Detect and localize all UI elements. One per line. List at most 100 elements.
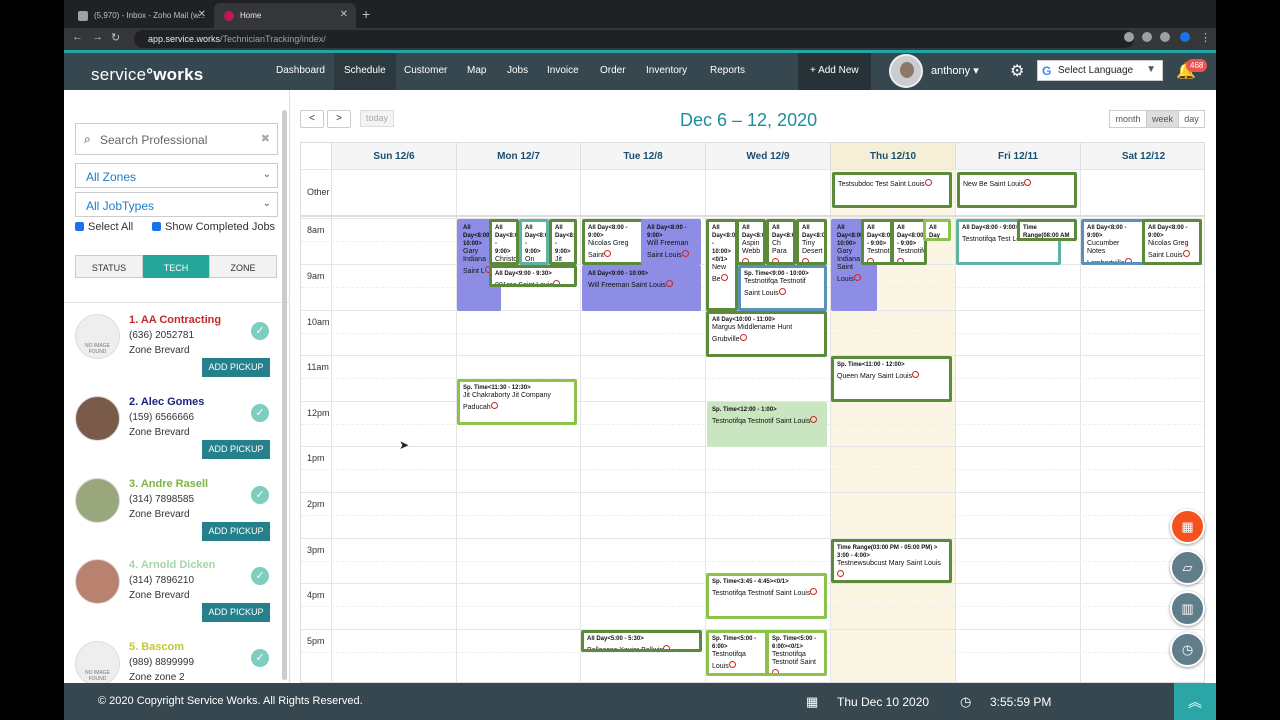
show-completed-checkbox[interactable]: Show Completed Jobs: [152, 221, 275, 233]
event-card[interactable]: Sp. Time<12:00 - 1:00> Testnotifqa Testno…: [707, 402, 827, 447]
add-new-button[interactable]: + Add New: [798, 53, 871, 90]
event-card[interactable]: All Day<5:00 - 5:30> Bellacosa Xavier Bal…: [581, 630, 702, 652]
event-card[interactable]: All Day<8:00 - 9:00> Nicolas Greg Saint L…: [1142, 219, 1202, 265]
nav-order[interactable]: Order: [600, 65, 626, 76]
event-card[interactable]: All Day: [923, 219, 951, 241]
event-card[interactable]: All Day<8:00 - 9:00> Cucumber Notes Lambe…: [1081, 219, 1145, 265]
gear-icon[interactable]: ⚙: [1010, 61, 1024, 81]
extension-icon[interactable]: [1160, 32, 1170, 42]
status-clock-icon: [924, 179, 932, 186]
event-card[interactable]: Time Range(03:00 PM - 05:00 PM) > 3:00 -…: [831, 539, 952, 583]
today-button[interactable]: today: [360, 110, 394, 127]
prev-week-button[interactable]: <: [300, 110, 324, 128]
event-card[interactable]: Sp. Time<9:00 - 10:00> Testnotifqa Testno…: [738, 265, 827, 311]
language-select[interactable]: G Select Language ▼: [1037, 60, 1163, 81]
event-card[interactable]: All Day<8:00 - 9:00>Testnotifqa: [891, 219, 927, 265]
view-month-button[interactable]: month: [1109, 110, 1147, 128]
event-card[interactable]: All Day<8:00 - 9:00>Jit Best: [549, 219, 577, 265]
tech-name[interactable]: 1. AA Contracting: [129, 314, 221, 326]
tech-name[interactable]: 4. Arnold Dicken: [129, 559, 215, 571]
url-field[interactable]: app.service.works/TechnicianTracking/ind…: [134, 30, 1134, 48]
chart-icon[interactable]: ▥: [1170, 591, 1205, 626]
search-professional-input[interactable]: ⌕ Search Professional ✖: [75, 123, 278, 155]
event-card[interactable]: All Day<8:00 - 9:00> Will Freeman Saint L…: [641, 219, 701, 265]
event-card[interactable]: All Day<8:00 - 9:00> Testnot: [861, 219, 893, 265]
event-card[interactable]: Sp. Time<5:00 - 6:00> Testnotifqa Louis: [706, 630, 768, 676]
event-card[interactable]: All Day<8:00 - 10:00><0/1> New Be: [706, 219, 738, 311]
zones-select[interactable]: All Zones ⌄: [75, 163, 278, 188]
view-week-button[interactable]: week: [1146, 110, 1179, 128]
event-card[interactable]: All Day<8:00 - 9:00>On Cur Saint L: [519, 219, 549, 265]
forward-icon[interactable]: →: [92, 31, 103, 43]
event-card[interactable]: All Day<8:00>Aspin Webb: [736, 219, 766, 265]
nav-invoice[interactable]: Invoice: [547, 65, 579, 76]
check-icon[interactable]: ✓: [251, 567, 269, 585]
user-avatar[interactable]: [889, 54, 923, 88]
add-pickup-button[interactable]: ADD PICKUP: [202, 358, 270, 377]
add-pickup-button[interactable]: ADD PICKUP: [202, 603, 270, 622]
close-tab-icon[interactable]: ✕: [340, 9, 348, 20]
add-pickup-button[interactable]: ADD PICKUP: [202, 440, 270, 459]
jobtypes-select[interactable]: All JobTypes ⌄: [75, 192, 278, 217]
check-icon[interactable]: ✓: [251, 322, 269, 340]
tech-name[interactable]: 3. Andre Rasell: [129, 478, 208, 490]
select-all-checkbox[interactable]: Select All: [75, 221, 133, 233]
browser-tab-zoho[interactable]: (5,970) - Inbox - Zoho Mail (w... ✕: [68, 3, 214, 28]
browser-tab-home[interactable]: Home ✕: [214, 3, 356, 28]
event-card[interactable]: Sp. Time<11:00 - 12:00> Queen Mary Saint …: [831, 356, 952, 402]
nav-customer[interactable]: Customer: [404, 65, 447, 76]
event-card[interactable]: Sp. Time<11:30 - 12:30> Jit Chakraborty J…: [457, 379, 577, 425]
nav-dashboard[interactable]: Dashboard: [276, 65, 325, 76]
view-day-button[interactable]: day: [1178, 110, 1205, 128]
extension-icon[interactable]: [1142, 32, 1152, 42]
servicework-logo[interactable]: service°works: [91, 65, 203, 85]
toggle-zone[interactable]: ZONE: [209, 255, 277, 278]
event-card[interactable]: All Day<8:00 - 9:00>Christo Lawless: [489, 219, 519, 265]
scroll-top-icon[interactable]: ︽: [1174, 683, 1216, 720]
event-card[interactable]: New Be Saint Louis: [957, 172, 1077, 208]
clock-icon[interactable]: ◷: [1170, 632, 1205, 667]
nav-jobs[interactable]: Jobs: [507, 65, 528, 76]
sidebar-scrollbar[interactable]: [282, 110, 287, 680]
event-card[interactable]: Sp. Time<5:00 - 6:00><0/1> Testnotifqa Te…: [766, 630, 827, 676]
event-card[interactable]: All Day<9:00 - 9:30> 001rec Saint Louis: [489, 265, 577, 287]
tech-item[interactable]: NO IMAGE FOUND 5. Bascom (989) 8899999 Z…: [64, 641, 289, 683]
calendar-icon[interactable]: ▦: [1170, 509, 1205, 544]
clear-icon[interactable]: ✖: [261, 132, 270, 145]
nav-map[interactable]: Map: [467, 65, 486, 76]
tech-item[interactable]: 2. Alec Gomes (159) 6566666 Zone Brevard…: [64, 396, 289, 478]
tech-name[interactable]: 5. Bascom: [129, 641, 184, 653]
tech-item[interactable]: NO IMAGE FOUND 1. AA Contracting (636) 2…: [64, 314, 289, 396]
next-week-button[interactable]: >: [327, 110, 351, 128]
tech-name[interactable]: 2. Alec Gomes: [129, 396, 204, 408]
check-icon[interactable]: ✓: [251, 486, 269, 504]
event-card[interactable]: Sp. Time<3:45 - 4:45><0/1> Testnotifqa Te…: [706, 573, 827, 619]
nav-schedule[interactable]: Schedule: [334, 53, 396, 90]
new-tab-icon[interactable]: +: [362, 6, 370, 22]
toggle-tech[interactable]: TECH: [143, 255, 209, 278]
check-icon[interactable]: ✓: [251, 649, 269, 667]
extension-icon[interactable]: [1124, 32, 1134, 42]
tech-item[interactable]: 4. Arnold Dicken (314) 7896210 Zone Brev…: [64, 559, 289, 641]
close-tab-icon[interactable]: ✕: [198, 9, 206, 20]
nav-reports[interactable]: Reports: [710, 65, 745, 76]
event-card[interactable]: All Day<8:00 - 9:00> Nicolas Greg Saint: [582, 219, 646, 265]
event-card[interactable]: Testsubdoc Test Saint Louis: [832, 172, 952, 208]
event-card[interactable]: All Day<8:00>Ch Para: [766, 219, 796, 265]
tech-item[interactable]: 3. Andre Rasell (314) 7898585 Zone Breva…: [64, 478, 289, 560]
check-icon[interactable]: ✓: [251, 404, 269, 422]
nav-inventory[interactable]: Inventory: [646, 65, 687, 76]
event-card[interactable]: All Day<10:00 - 11:00> Margus Middlename …: [706, 311, 827, 357]
jobtypes-value: All JobTypes: [86, 199, 155, 213]
user-menu[interactable]: anthony ▾: [931, 64, 979, 77]
profile-icon[interactable]: [1180, 32, 1190, 42]
add-pickup-button[interactable]: ADD PICKUP: [202, 522, 270, 541]
event-card[interactable]: All Day<9:00 - 10:00> Will Freeman Saint …: [582, 265, 701, 311]
menu-dots-icon[interactable]: ⋮: [1200, 31, 1211, 44]
event-card[interactable]: All Day<8:00>Tiny Desert: [796, 219, 827, 265]
back-icon[interactable]: ←: [72, 31, 83, 43]
event-card[interactable]: Time Range(08:00 AM: [1017, 219, 1077, 241]
toggle-status[interactable]: STATUS: [75, 255, 143, 278]
map-icon[interactable]: ▱: [1170, 550, 1205, 585]
reload-icon[interactable]: ↻: [111, 31, 120, 44]
